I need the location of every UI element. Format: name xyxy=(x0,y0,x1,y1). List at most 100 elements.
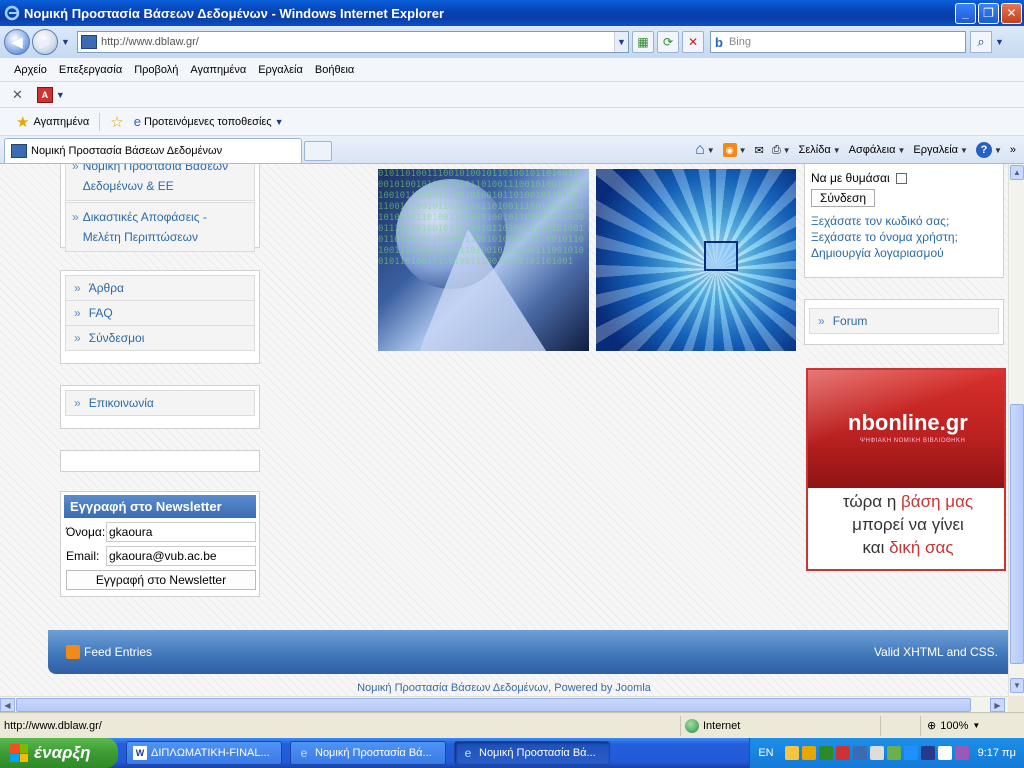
forgot-username-link[interactable]: Ξεχάσατε το όνομα χρήστη; xyxy=(811,229,997,245)
tray-antivirus-icon[interactable] xyxy=(835,746,850,760)
address-bar[interactable]: http://www.dblaw.gr/ ▼ xyxy=(77,31,629,53)
scroll-left-icon[interactable]: ◀ xyxy=(0,698,15,712)
search-options-icon[interactable]: ▼ xyxy=(995,37,1005,47)
menu-view[interactable]: Προβολή xyxy=(128,64,184,76)
bullet-icon: » xyxy=(818,314,825,328)
address-url[interactable]: http://www.dblaw.gr/ xyxy=(101,36,614,48)
tray-network-icon[interactable] xyxy=(852,746,867,760)
newsletter-subscribe-button[interactable]: Εγγραφή στο Newsletter xyxy=(66,570,256,590)
forum-module: » Forum xyxy=(804,299,1004,345)
newsletter-email-field[interactable] xyxy=(106,546,256,566)
feeds-button[interactable]: ◉ ▼ xyxy=(722,143,747,157)
remember-me-checkbox[interactable] xyxy=(895,172,907,184)
start-button[interactable]: έναρξη xyxy=(0,738,118,768)
clock[interactable]: 9:17 πμ xyxy=(978,747,1016,759)
internet-explorer-icon xyxy=(4,5,20,21)
search-button[interactable]: ⌕ xyxy=(970,31,992,53)
zoom-dropdown-icon[interactable]: ▼ xyxy=(972,721,980,730)
tray-display-icon[interactable] xyxy=(920,746,935,760)
compatibility-view-button[interactable]: ▦ xyxy=(632,31,654,53)
search-input[interactable]: b Bing xyxy=(710,31,966,53)
tools-menu[interactable]: Εργαλεία ▼ xyxy=(913,144,968,156)
sidebar-item-legal-protection[interactable]: » Νομική Προστασία Βάσεων Δεδομένων & ΕΕ xyxy=(65,164,255,201)
mail-icon[interactable]: ✉ xyxy=(755,144,764,157)
restore-button[interactable]: ❐ xyxy=(978,2,999,24)
sidebar-item-contact[interactable]: » Επικοινωνία xyxy=(65,390,255,416)
address-dropdown-icon[interactable]: ▼ xyxy=(614,32,628,52)
more-chevron-icon[interactable]: » xyxy=(1010,144,1016,156)
bullet-icon: » xyxy=(74,306,81,320)
suggested-sites-button[interactable]: Προτεινόμενες τοποθεσίες xyxy=(144,116,272,128)
language-indicator[interactable]: EN xyxy=(758,747,773,759)
valid-xhtml-link[interactable]: Valid XHTML and CSS. xyxy=(874,645,998,659)
suggested-sites-dropdown-icon[interactable]: ▼ xyxy=(275,117,285,127)
security-zone[interactable]: Internet xyxy=(680,715,880,736)
address-toolbar: ◀ ▶ ▼ http://www.dblaw.gr/ ▼ ▦ ⟳ ✕ b Bin… xyxy=(0,26,1024,58)
create-account-link[interactable]: Δημιουργία λογαριασμού xyxy=(811,245,997,261)
new-tab-button[interactable] xyxy=(304,141,332,161)
command-bar: ⌂ ▼ ◉ ▼ ✉ ⎙ ▼ Σελίδα ▼ Ασφάλεια ▼ Εργαλεία ▼ ?… xyxy=(695,137,1024,163)
printer-icon: ⎙ xyxy=(771,143,781,156)
scroll-up-icon[interactable]: ▲ xyxy=(1010,165,1024,180)
tray-update-icon[interactable] xyxy=(886,746,901,760)
stop-button[interactable]: ✕ xyxy=(682,31,704,53)
login-button[interactable]: Σύνδεση xyxy=(811,189,876,207)
favorites-star-icon[interactable]: ★ xyxy=(16,113,29,131)
taskbar-item-word[interactable]: W ΔΙΠΛΩΜΑΤΙΚΗ-FINAL... xyxy=(126,741,282,765)
system-tray: EN 9:17 πμ xyxy=(749,738,1024,768)
add-favorite-icon[interactable]: ☆ xyxy=(110,113,123,131)
menu-edit[interactable]: Επεξεργασία xyxy=(53,64,128,76)
minimize-button[interactable]: _ xyxy=(955,2,976,24)
tray-media-icon[interactable] xyxy=(954,746,969,760)
tab-active[interactable]: Νομική Προστασία Βάσεων Δεδομένων xyxy=(4,138,302,163)
tray-volume-icon[interactable] xyxy=(937,746,952,760)
menu-file[interactable]: Αρχείο xyxy=(8,64,53,76)
pdf-icon[interactable]: A xyxy=(36,86,53,103)
sidebar-item-links[interactable]: » Σύνδεσμοι xyxy=(65,326,255,351)
protected-mode-indicator[interactable] xyxy=(880,715,920,736)
sidebar-item-faq[interactable]: » FAQ xyxy=(65,301,255,326)
sidebar-item-court-decisions[interactable]: » Δικαστικές Αποφάσεις - Μελέτη Περιπτώσ… xyxy=(65,202,255,252)
vertical-scrollbar[interactable]: ▲ ▼ xyxy=(1008,164,1024,696)
tray-bluetooth-icon[interactable] xyxy=(903,746,918,760)
tray-mail-icon[interactable] xyxy=(801,746,816,760)
print-button[interactable]: ⎙ ▼ xyxy=(772,144,791,157)
menu-help[interactable]: Βοήθεια xyxy=(309,64,360,76)
login-module: Να με θυμάσαι Σύνδεση Ξεχάσατε τον κωδικ… xyxy=(804,164,1004,278)
forgot-password-link[interactable]: Ξεχάσατε τον κωδικό σας; xyxy=(811,213,997,229)
page-menu[interactable]: Σελίδα ▼ xyxy=(799,144,841,156)
home-button[interactable]: ⌂ ▼ xyxy=(695,141,715,159)
scroll-down-icon[interactable]: ▼ xyxy=(1010,678,1024,693)
safety-menu[interactable]: Ασφάλεια ▼ xyxy=(849,144,906,156)
sidebar-item-articles[interactable]: » Άρθρα xyxy=(65,275,255,301)
taskbar-item-ie-1[interactable]: e Νομική Προστασία Βά... xyxy=(290,741,446,765)
forward-button[interactable]: ▶ xyxy=(32,29,58,55)
history-dropdown-icon[interactable]: ▼ xyxy=(61,37,71,47)
feed-entries-link[interactable]: Feed Entries xyxy=(84,645,152,659)
scrollbar-corner xyxy=(1008,696,1024,712)
scroll-right-icon[interactable]: ▶ xyxy=(990,698,1005,712)
tray-shield-icon[interactable] xyxy=(818,746,833,760)
refresh-button[interactable]: ⟳ xyxy=(657,31,679,53)
taskbar-item-ie-2[interactable]: e Νομική Προστασία Βά... xyxy=(454,741,610,765)
menu-tools[interactable]: Εργαλεία xyxy=(252,64,309,76)
sidebar-item-forum[interactable]: » Forum xyxy=(809,308,999,334)
tray-app-icon[interactable] xyxy=(784,746,799,760)
close-toolbar-icon[interactable]: ✕ xyxy=(12,87,23,103)
help-button[interactable]: ? ▼ xyxy=(975,142,1002,158)
pdf-dropdown-icon[interactable]: ▼ xyxy=(56,90,66,100)
horizontal-scroll-thumb[interactable] xyxy=(16,698,971,712)
tray-battery-icon[interactable] xyxy=(869,746,884,760)
back-button[interactable]: ◀ xyxy=(4,29,30,55)
nbonline-ad-banner[interactable]: nbonline.gr ΨΗΦΙΑΚΗ ΝΟΜΙΚΗ ΒΙΒΛΙΟΘΗΚΗ τώ… xyxy=(806,368,1006,571)
vertical-scroll-thumb[interactable] xyxy=(1010,404,1024,664)
close-button[interactable]: ✕ xyxy=(1001,2,1022,24)
window-titlebar[interactable]: Νομική Προστασία Βάσεων Δεδομένων - Wind… xyxy=(0,0,1024,26)
zoom-control[interactable]: ⊕ 100% ▼ xyxy=(920,715,980,736)
sidebar-item-label: Άρθρα xyxy=(88,281,124,295)
favorites-button[interactable]: Αγαπημένα xyxy=(33,116,89,128)
site-layout: » Νομική Προστασία Βάσεων Δεδομένων & ΕΕ… xyxy=(0,164,1008,696)
newsletter-name-field[interactable] xyxy=(106,522,256,542)
horizontal-scrollbar[interactable]: ◀ ▶ xyxy=(0,696,1008,712)
menu-favorites[interactable]: Αγαπημένα xyxy=(184,64,252,76)
